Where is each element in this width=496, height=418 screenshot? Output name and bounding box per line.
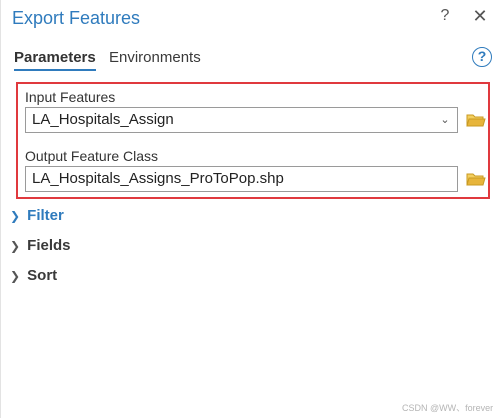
close-icon[interactable]: ✕ xyxy=(471,6,489,26)
chevron-right-icon: ❯ xyxy=(9,209,21,223)
browse-folder-icon[interactable] xyxy=(466,112,486,128)
browse-folder-icon[interactable] xyxy=(466,171,486,187)
watermark-text: CSDN @WW、forever xyxy=(402,403,494,413)
section-filter-label: Filter xyxy=(27,207,64,224)
export-features-pane: Export Features ? ✕ Parameters Environme… xyxy=(0,0,496,418)
section-sort-label: Sort xyxy=(27,267,58,284)
output-feature-class-value: LA_Hospitals_Assigns_ProToPop.shp xyxy=(32,170,284,187)
chevron-down-icon[interactable]: ⌄ xyxy=(440,108,450,132)
title-help-icon[interactable]: ? xyxy=(438,6,452,26)
active-tab-indicator xyxy=(14,69,96,71)
section-fields[interactable]: ❯ Fields xyxy=(7,236,71,256)
input-features-label: Input Features xyxy=(25,89,116,105)
chevron-right-icon: ❯ xyxy=(9,239,21,253)
output-feature-class-label: Output Feature Class xyxy=(25,148,159,164)
section-filter[interactable]: ❯ Filter xyxy=(7,206,64,226)
chevron-right-icon: ❯ xyxy=(9,269,21,283)
input-features-value: LA_Hospitals_Assign xyxy=(32,111,174,128)
pane-title: Export Features xyxy=(12,8,141,28)
input-features-dropdown[interactable]: LA_Hospitals_Assign ⌄ xyxy=(25,107,458,133)
output-feature-class-field[interactable]: LA_Hospitals_Assigns_ProToPop.shp xyxy=(25,166,458,192)
help-circle-icon[interactable]: ? xyxy=(472,47,492,67)
section-fields-label: Fields xyxy=(27,237,71,254)
tab-parameters[interactable]: Parameters xyxy=(14,48,96,68)
section-sort[interactable]: ❯ Sort xyxy=(7,266,57,286)
tab-environments[interactable]: Environments xyxy=(109,48,201,68)
